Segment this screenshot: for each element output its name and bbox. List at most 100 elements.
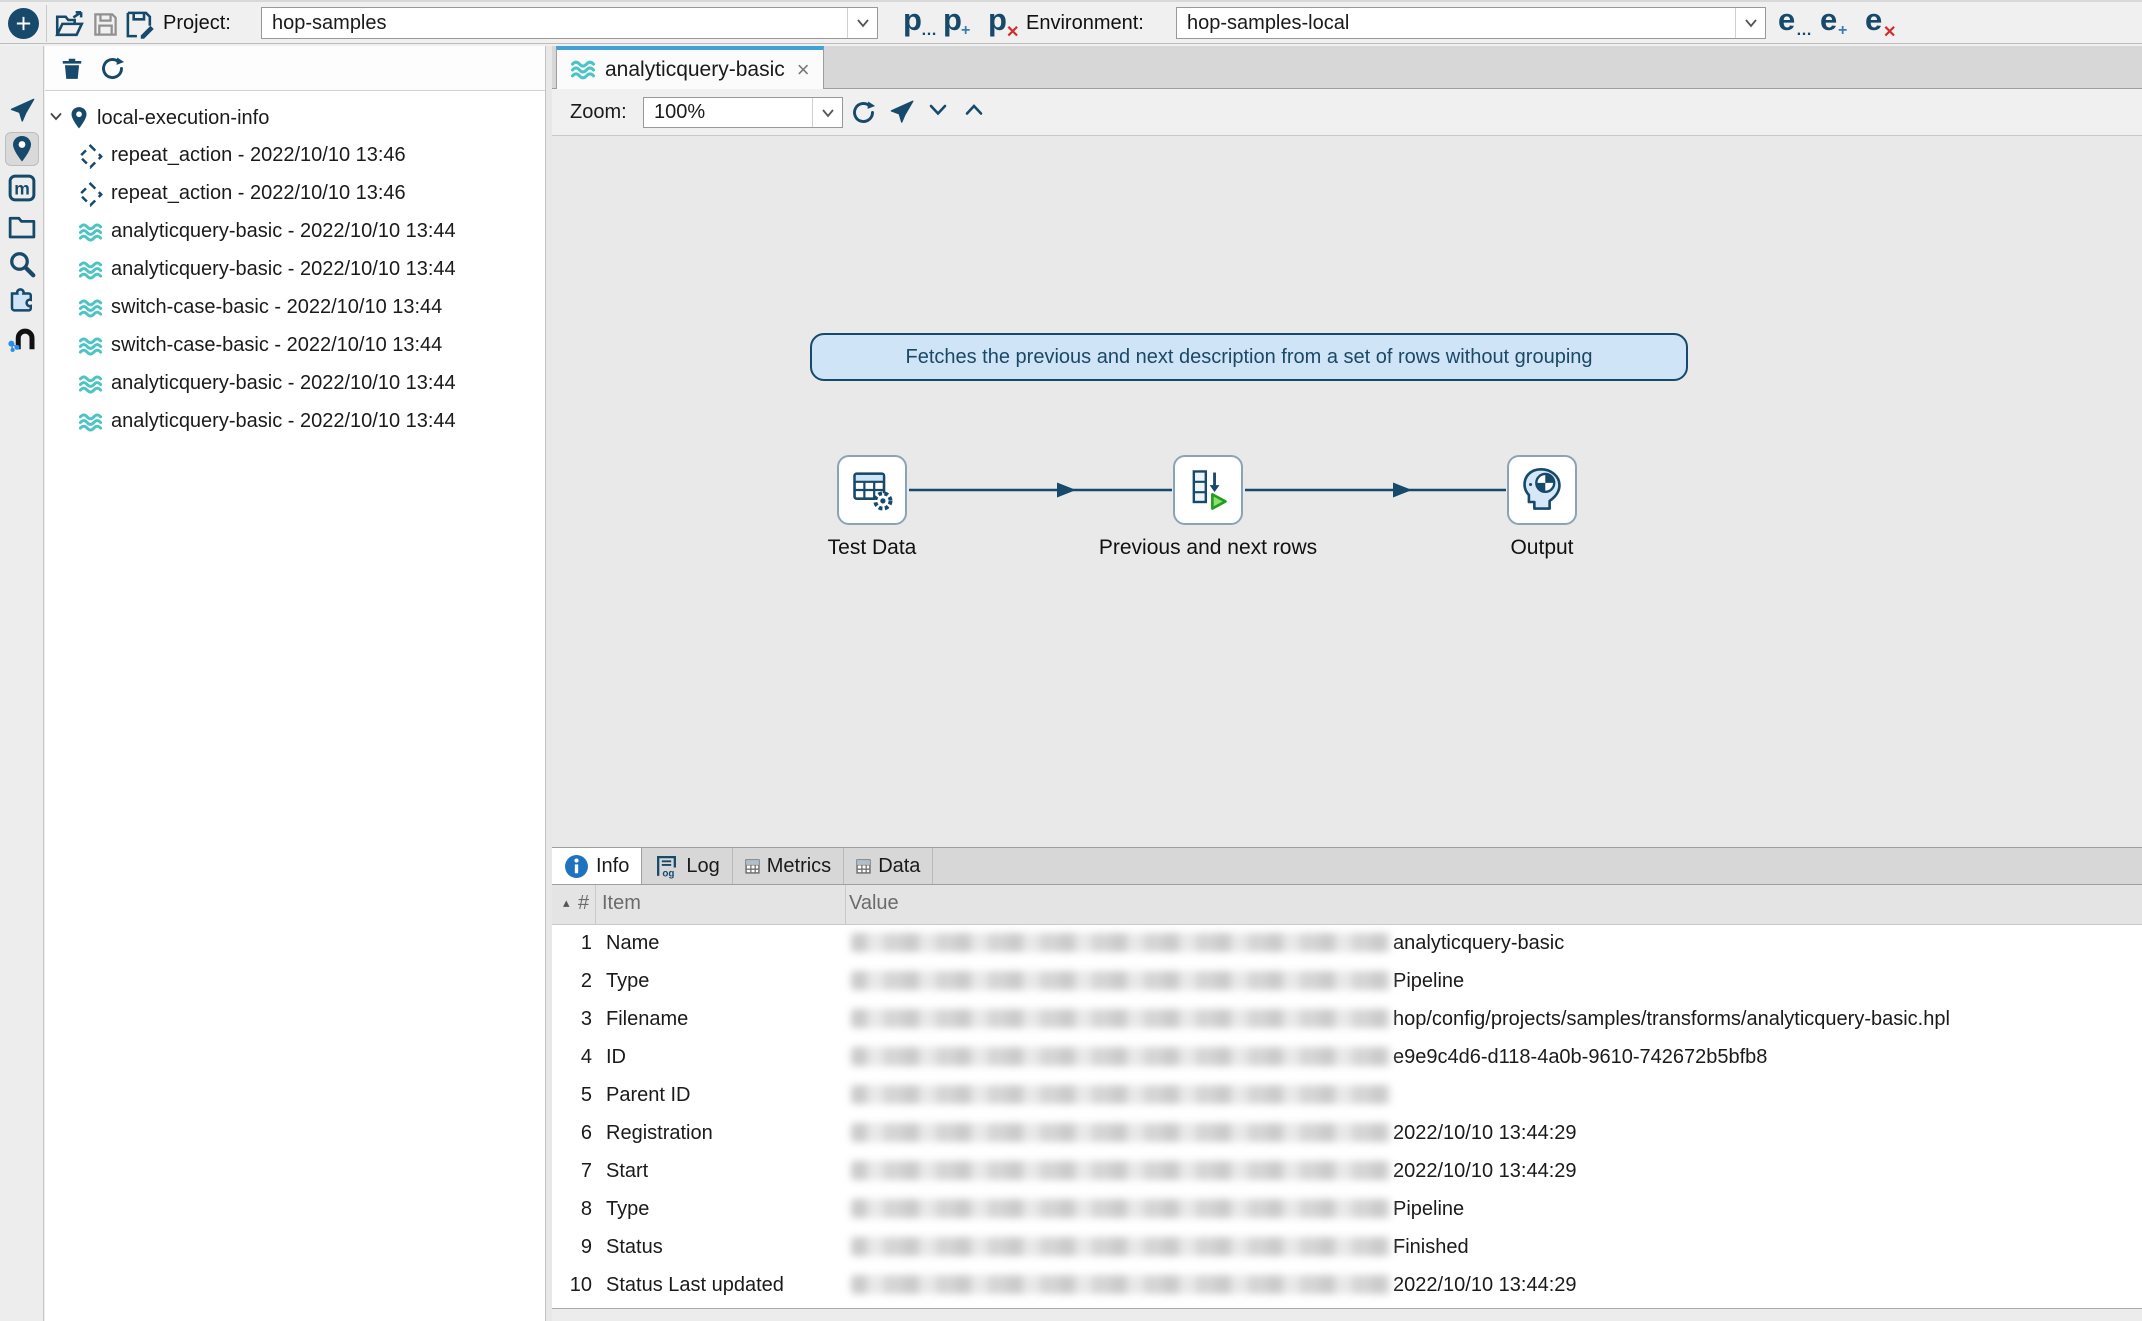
dummy-head-icon [1518, 466, 1566, 514]
close-icon[interactable]: × [797, 57, 810, 83]
row-number: 5 [552, 1084, 592, 1107]
delete-mark: ✕ [1006, 22, 1019, 42]
environment-delete-button[interactable]: e ✕ [1861, 4, 1899, 44]
table-row[interactable]: 4 ID e9e9c4d6-d118-4a0b-9610-742672b5bfb… [552, 1039, 2142, 1077]
scroll-down-button[interactable] [928, 103, 948, 116]
column-header-number[interactable]: # [578, 892, 589, 915]
redacted-path [851, 1199, 1391, 1218]
metadata-perspective-button[interactable]: m [5, 171, 39, 205]
project-combo[interactable]: hop-samples [261, 7, 878, 39]
hop-neo4j-perspective-button[interactable] [5, 321, 39, 355]
redacted-path [851, 1237, 1391, 1256]
redacted-path [851, 1123, 1391, 1142]
refresh-button[interactable] [99, 55, 126, 82]
table-row[interactable]: 2 Type Pipeline [552, 963, 2142, 1001]
tab-log[interactable]: og Log [642, 848, 732, 884]
bottom-tab-bar: Info og Log Metrics Data [552, 847, 2142, 885]
folder-icon [7, 212, 37, 242]
workflow-icon [77, 181, 104, 208]
pipeline-icon [77, 333, 104, 360]
project-add-button[interactable]: p + [939, 4, 977, 44]
pipeline-icon [77, 219, 104, 246]
plugins-perspective-button[interactable] [5, 284, 39, 318]
tree-item[interactable]: analyticquery-basic - 2022/10/10 13:44 [45, 403, 545, 441]
tree-item[interactable]: repeat_action - 2022/10/10 13:46 [45, 137, 545, 175]
redacted-path [851, 1085, 1391, 1104]
tab-data[interactable]: Data [844, 848, 933, 884]
table-row[interactable]: 3 Filename hop/config/projects/samples/t… [552, 1001, 2142, 1039]
paper-plane-icon [8, 97, 36, 125]
table-row[interactable]: 1 Name analyticquery-basic [552, 925, 2142, 963]
tree-item[interactable]: analyticquery-basic - 2022/10/10 13:44 [45, 365, 545, 403]
hop-graph-icon [7, 323, 37, 353]
execution-info-perspective-button[interactable] [5, 132, 39, 166]
delete-mark: ✕ [1883, 22, 1896, 42]
column-divider[interactable] [845, 885, 846, 924]
redacted-path [851, 1009, 1391, 1028]
chevron-down-icon[interactable] [847, 8, 877, 38]
new-item-button[interactable] [8, 8, 39, 39]
table-row[interactable]: 9 Status Finished [552, 1229, 2142, 1267]
save-as-button[interactable] [124, 9, 155, 40]
scroll-up-button[interactable] [964, 103, 984, 116]
save-button[interactable] [92, 11, 119, 38]
environment-add-button[interactable]: e + [1816, 4, 1854, 44]
tree-item-label: analyticquery-basic - 2022/10/10 13:44 [111, 372, 456, 395]
table-row[interactable]: 5 Parent ID [552, 1077, 2142, 1115]
table-row[interactable]: 8 Type Pipeline [552, 1191, 2142, 1229]
column-divider[interactable] [595, 885, 596, 924]
tree-item[interactable]: analyticquery-basic - 2022/10/10 13:44 [45, 251, 545, 289]
open-file-button[interactable] [54, 9, 85, 40]
edit-mark: … [921, 22, 936, 40]
transform-test-data[interactable] [837, 455, 907, 525]
table-row[interactable]: 10 Status Last updated 2022/10/10 13:44:… [552, 1267, 2142, 1305]
column-header-item[interactable]: Item [602, 892, 641, 915]
tab-info[interactable]: Info [552, 848, 642, 884]
tree-item[interactable]: switch-case-basic - 2022/10/10 13:44 [45, 327, 545, 365]
horizontal-scrollbar[interactable] [552, 1309, 2142, 1321]
row-item: Status [606, 1236, 663, 1259]
environment-combo[interactable]: hop-samples-local [1176, 7, 1766, 39]
tab-metrics[interactable]: Metrics [733, 848, 844, 884]
row-number: 9 [552, 1236, 592, 1259]
sort-ascending-icon: ▴ [563, 895, 570, 911]
delete-execution-button[interactable] [59, 55, 85, 81]
row-item: Start [606, 1160, 648, 1183]
project-edit-button[interactable]: p … [899, 4, 937, 44]
chevron-down-icon[interactable] [812, 98, 842, 127]
row-value: e9e9c4d6-d118-4a0b-9610-742672b5bfb8 [851, 1046, 1767, 1069]
tree-item[interactable]: switch-case-basic - 2022/10/10 13:44 [45, 289, 545, 327]
pipeline-note[interactable]: Fetches the previous and next descriptio… [810, 333, 1688, 381]
search-perspective-button[interactable] [5, 247, 39, 281]
explorer-perspective-button[interactable] [5, 94, 39, 128]
project-combo-value: hop-samples [262, 12, 847, 35]
file-explorer-perspective-button[interactable] [5, 210, 39, 244]
row-value: analyticquery-basic [851, 932, 1564, 955]
tab-analyticquery-basic[interactable]: analyticquery-basic × [556, 46, 824, 89]
chevron-down-icon[interactable] [49, 111, 63, 121]
column-header-value[interactable]: Value [849, 892, 899, 915]
chevron-down-icon[interactable] [1735, 8, 1765, 38]
transform-previous-next-rows[interactable] [1173, 455, 1243, 525]
table-row[interactable]: 7 Start 2022/10/10 13:44:29 [552, 1153, 2142, 1191]
refresh-icon [99, 55, 126, 82]
tree-item-label: analyticquery-basic - 2022/10/10 13:44 [111, 220, 456, 243]
project-delete-button[interactable]: p ✕ [984, 4, 1022, 44]
tree-item[interactable]: repeat_action - 2022/10/10 13:46 [45, 175, 545, 213]
row-value [851, 1084, 1393, 1107]
environment-label: Environment: [1026, 12, 1144, 35]
pipeline-canvas[interactable]: Fetches the previous and next descriptio… [552, 136, 2142, 847]
info-table-header[interactable]: ▴ # Item Value [552, 885, 2142, 925]
redacted-path [851, 1047, 1391, 1066]
svg-text:og: og [663, 868, 675, 879]
redacted-path [851, 1275, 1391, 1294]
navigate-button[interactable] [888, 99, 915, 126]
tree-item[interactable]: analyticquery-basic - 2022/10/10 13:44 [45, 213, 545, 251]
transform-output[interactable] [1507, 455, 1577, 525]
refresh-button[interactable] [850, 99, 877, 126]
environment-edit-button[interactable]: e … [1774, 4, 1812, 44]
tree-root-local-execution-info[interactable]: local-execution-info [45, 99, 545, 137]
row-number: 4 [552, 1046, 592, 1069]
table-row[interactable]: 6 Registration 2022/10/10 13:44:29 [552, 1115, 2142, 1153]
zoom-combo[interactable]: 100% [643, 97, 843, 128]
